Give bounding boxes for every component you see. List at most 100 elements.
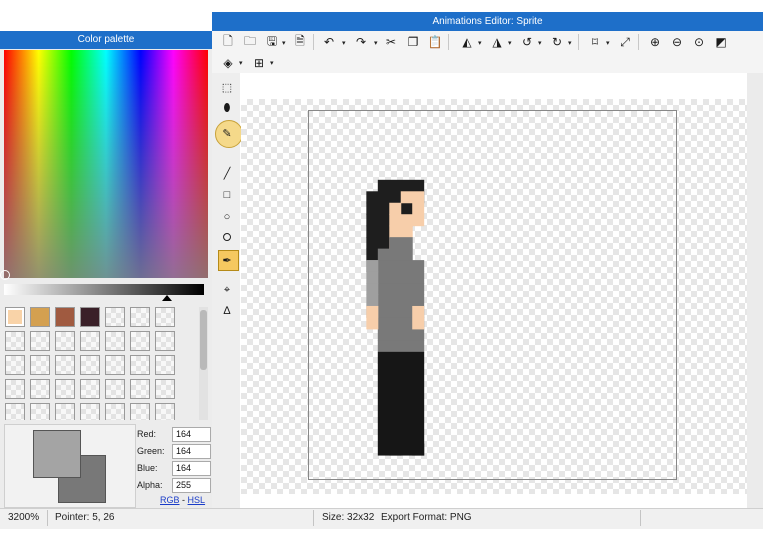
color-swatch[interactable]: [105, 403, 125, 420]
color-swatch[interactable]: [30, 331, 50, 351]
color-swatch[interactable]: [130, 379, 150, 399]
rectangle-tool-button[interactable]: □: [218, 186, 236, 204]
chevron-down-icon[interactable]: ▾: [568, 39, 572, 47]
color-swatch[interactable]: [55, 379, 75, 399]
color-swatch[interactable]: [5, 355, 25, 375]
select-tool-button[interactable]: ⬚: [218, 78, 236, 96]
spectrum-handle[interactable]: [0, 270, 10, 280]
color-swatch[interactable]: [55, 355, 75, 375]
green-input[interactable]: 164: [172, 444, 211, 459]
sprite-drawing[interactable]: [309, 111, 676, 479]
polygon-tool-button[interactable]: ∆: [218, 302, 236, 320]
color-swatch[interactable]: [130, 403, 150, 420]
chevron-down-icon[interactable]: ▾: [538, 39, 542, 47]
cut-button[interactable]: ✂: [382, 33, 400, 51]
pointer-position: Pointer: 5, 26: [55, 512, 115, 523]
color-swatch[interactable]: [105, 379, 125, 399]
color-swatch[interactable]: [55, 331, 75, 351]
vertical-scrollbar[interactable]: [747, 73, 763, 508]
shape-point-tool-button[interactable]: ⌖: [218, 281, 236, 299]
chevron-down-icon[interactable]: ▾: [606, 39, 610, 47]
grid-button[interactable]: ⊞: [250, 54, 268, 72]
save-button[interactable]: 🖫: [263, 33, 281, 51]
chevron-down-icon[interactable]: ▾: [270, 59, 274, 67]
color-swatch[interactable]: [155, 307, 175, 327]
color-swatch[interactable]: [105, 331, 125, 351]
chevron-down-icon[interactable]: ▾: [508, 39, 512, 47]
sprite-pixel-skin: [389, 214, 402, 227]
color-swatch[interactable]: [55, 403, 75, 420]
undo-button[interactable]: ↶: [320, 33, 338, 51]
color-swatch[interactable]: [155, 403, 175, 420]
zoom-in-icon: ⊕: [649, 35, 661, 49]
copy-button[interactable]: ❐: [404, 33, 422, 51]
sprite-pixel-shirt: [377, 328, 425, 341]
sprite-canvas[interactable]: [308, 110, 677, 480]
redo-button[interactable]: ↷: [352, 33, 370, 51]
color-swatch[interactable]: [155, 331, 175, 351]
export-format: Export Format: PNG: [381, 512, 472, 523]
color-swatch[interactable]: [130, 355, 150, 375]
red-input[interactable]: 164: [172, 427, 211, 442]
resize-icon: ⤢: [620, 34, 630, 49]
layers-button[interactable]: ◈: [219, 54, 237, 72]
brightness-marker[interactable]: [162, 295, 172, 301]
zoom-in-button[interactable]: ⊕: [646, 33, 664, 51]
color-swatch[interactable]: [155, 379, 175, 399]
chevron-down-icon[interactable]: ▾: [374, 39, 378, 47]
fill-tool-button[interactable]: ⭘: [218, 229, 236, 247]
line-tool-button[interactable]: ╱: [218, 164, 236, 182]
color-swatch[interactable]: [5, 331, 25, 351]
color-swatch[interactable]: [5, 403, 25, 420]
resize-button[interactable]: ⤢: [616, 33, 634, 51]
chevron-down-icon[interactable]: ▾: [478, 39, 482, 47]
hsl-mode-link[interactable]: HSL: [188, 495, 206, 505]
open-folder-button[interactable]: 🗀: [241, 33, 259, 51]
zoom-out-button[interactable]: ⊖: [668, 33, 686, 51]
export-button[interactable]: 🗎: [291, 33, 309, 51]
flip-vertical-button[interactable]: ◮: [488, 33, 506, 51]
color-swatch[interactable]: [130, 307, 150, 327]
rotate-left-button[interactable]: ↺: [518, 33, 536, 51]
primary-color-preview[interactable]: [33, 430, 81, 478]
save-icon: 🖫: [266, 33, 278, 48]
invert-button[interactable]: ◩: [712, 33, 730, 51]
color-swatch[interactable]: [80, 355, 100, 375]
color-swatch[interactable]: [105, 355, 125, 375]
zoom-fit-button[interactable]: ⊙: [690, 33, 708, 51]
color-swatch[interactable]: [130, 331, 150, 351]
ellipse-tool-button[interactable]: ○: [218, 208, 236, 226]
color-swatch[interactable]: [5, 307, 25, 327]
color-swatch[interactable]: [80, 307, 100, 327]
color-swatch[interactable]: [30, 355, 50, 375]
color-swatch[interactable]: [55, 307, 75, 327]
chevron-down-icon[interactable]: ▾: [282, 39, 286, 47]
new-file-button[interactable]: 🗋: [219, 33, 237, 51]
rgb-mode-link[interactable]: RGB: [160, 495, 180, 505]
color-swatch[interactable]: [30, 307, 50, 327]
brightness-slider[interactable]: [4, 284, 204, 295]
color-swatch[interactable]: [30, 379, 50, 399]
pencil-tool-button[interactable]: ✎: [218, 124, 236, 142]
rotate-right-button[interactable]: ↻: [548, 33, 566, 51]
eraser-tool-button[interactable]: ⬮: [218, 99, 236, 117]
color-swatch[interactable]: [30, 403, 50, 420]
chevron-down-icon[interactable]: ▾: [239, 59, 243, 67]
rotate-right-icon: ↻: [551, 35, 563, 49]
color-spectrum[interactable]: [4, 50, 208, 278]
color-swatch[interactable]: [105, 307, 125, 327]
color-swatch[interactable]: [5, 379, 25, 399]
color-picker-tool-button[interactable]: ✒: [218, 251, 236, 269]
swatch-scrollbar-thumb[interactable]: [200, 310, 207, 370]
blue-input[interactable]: 164: [172, 461, 211, 476]
color-swatch[interactable]: [80, 403, 100, 420]
color-swatch[interactable]: [155, 355, 175, 375]
alpha-input[interactable]: 255: [172, 478, 211, 493]
sprite-pixel-pants: [377, 363, 402, 456]
paste-button[interactable]: 📋: [426, 33, 444, 51]
flip-horizontal-button[interactable]: ◭: [458, 33, 476, 51]
color-swatch[interactable]: [80, 379, 100, 399]
chevron-down-icon[interactable]: ▾: [342, 39, 346, 47]
color-swatch[interactable]: [80, 331, 100, 351]
crop-button[interactable]: ⌑: [586, 33, 604, 51]
